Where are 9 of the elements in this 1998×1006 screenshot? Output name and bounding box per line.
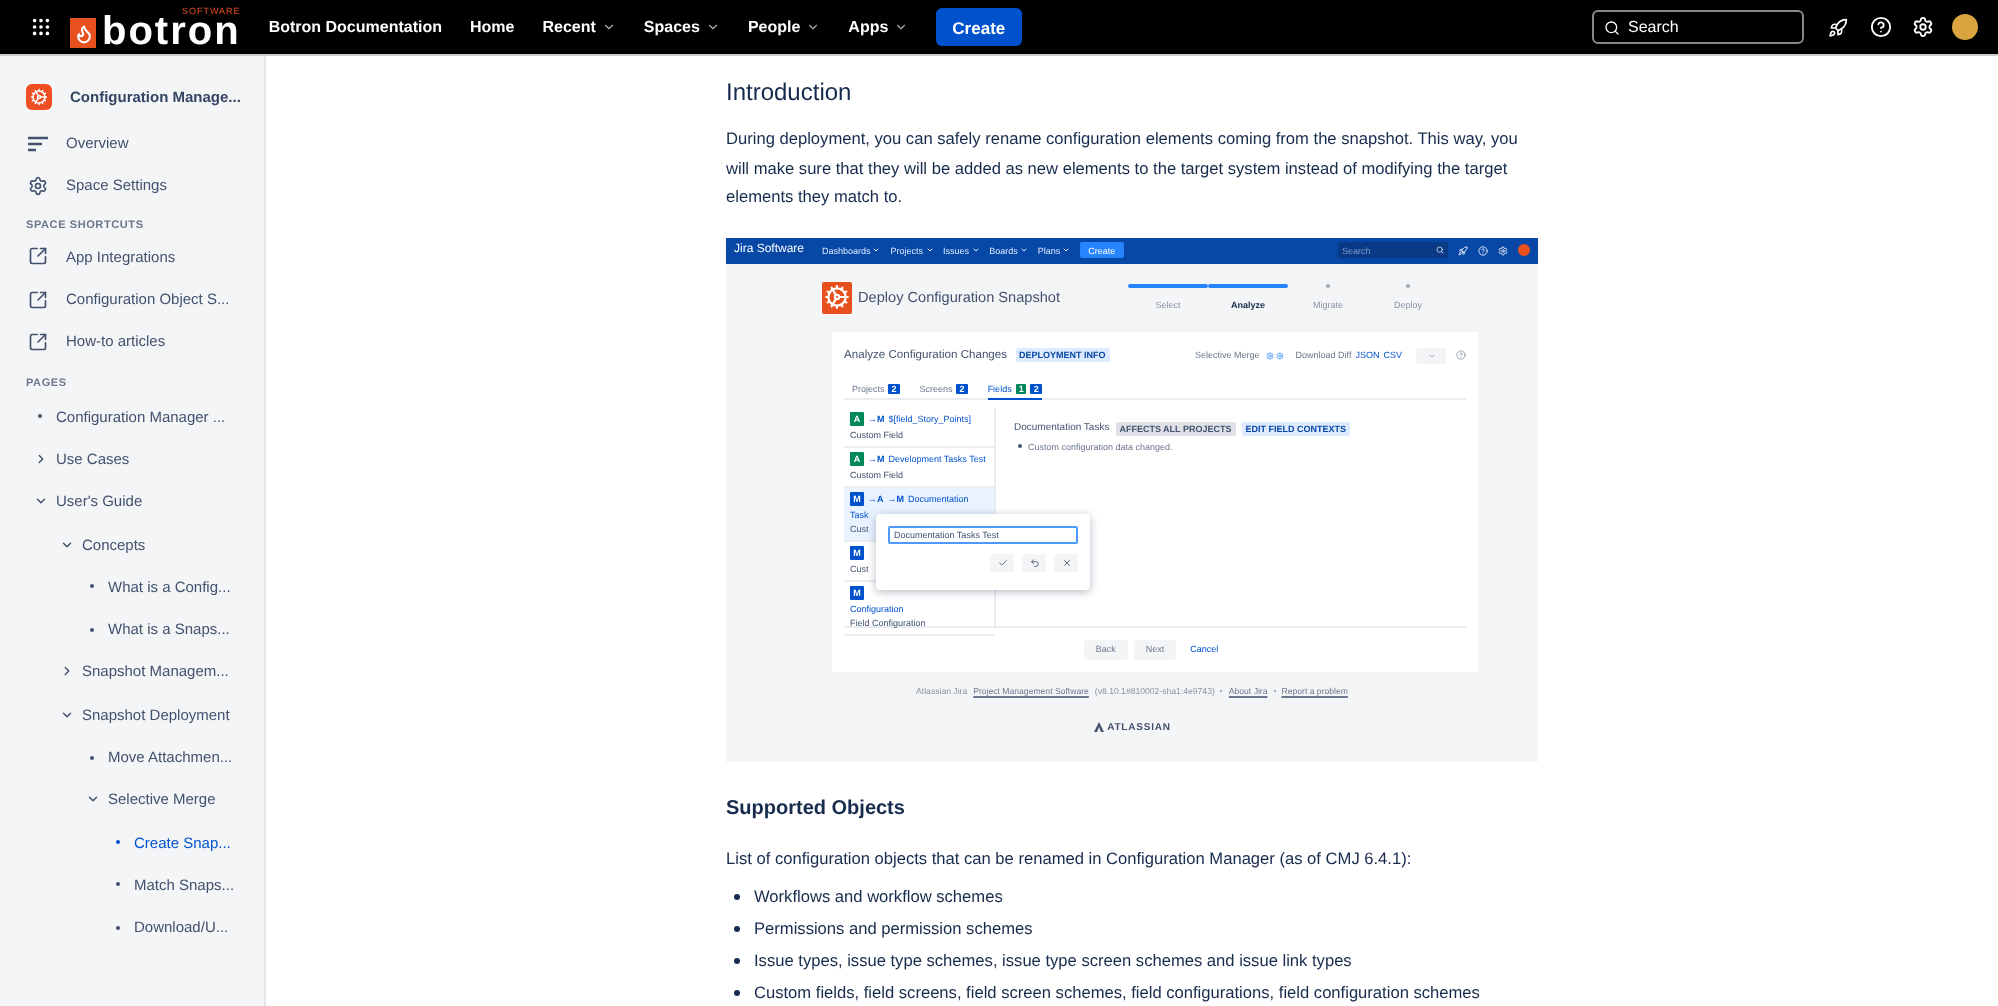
list-item: Workflows and workflow schemes — [754, 885, 1003, 907]
paragraph: During deployment, you can safely rename configuration elements coming from the snapshot. This way, you will make sure that they will be added as new elements to the target system instead of modifying the target elements they match to. — [726, 126, 1520, 210]
list-item: Permissions and permission schemes — [754, 917, 1033, 939]
list-item: Issue types, issue type schemes, issue type screen schemes and issue link types — [754, 949, 1352, 971]
list-item: Custom fields, field screens, field screen schemes, field configurations, field configuration schemes — [754, 981, 1480, 1003]
section-heading: Introduction — [726, 76, 854, 110]
section-heading: Supported Objects — [726, 795, 907, 823]
paragraph: List of configuration objects that can be renamed in Configuration Manager (as of CMJ 6.4.1): — [726, 845, 1414, 872]
logo-text: botron — [102, 16, 241, 48]
